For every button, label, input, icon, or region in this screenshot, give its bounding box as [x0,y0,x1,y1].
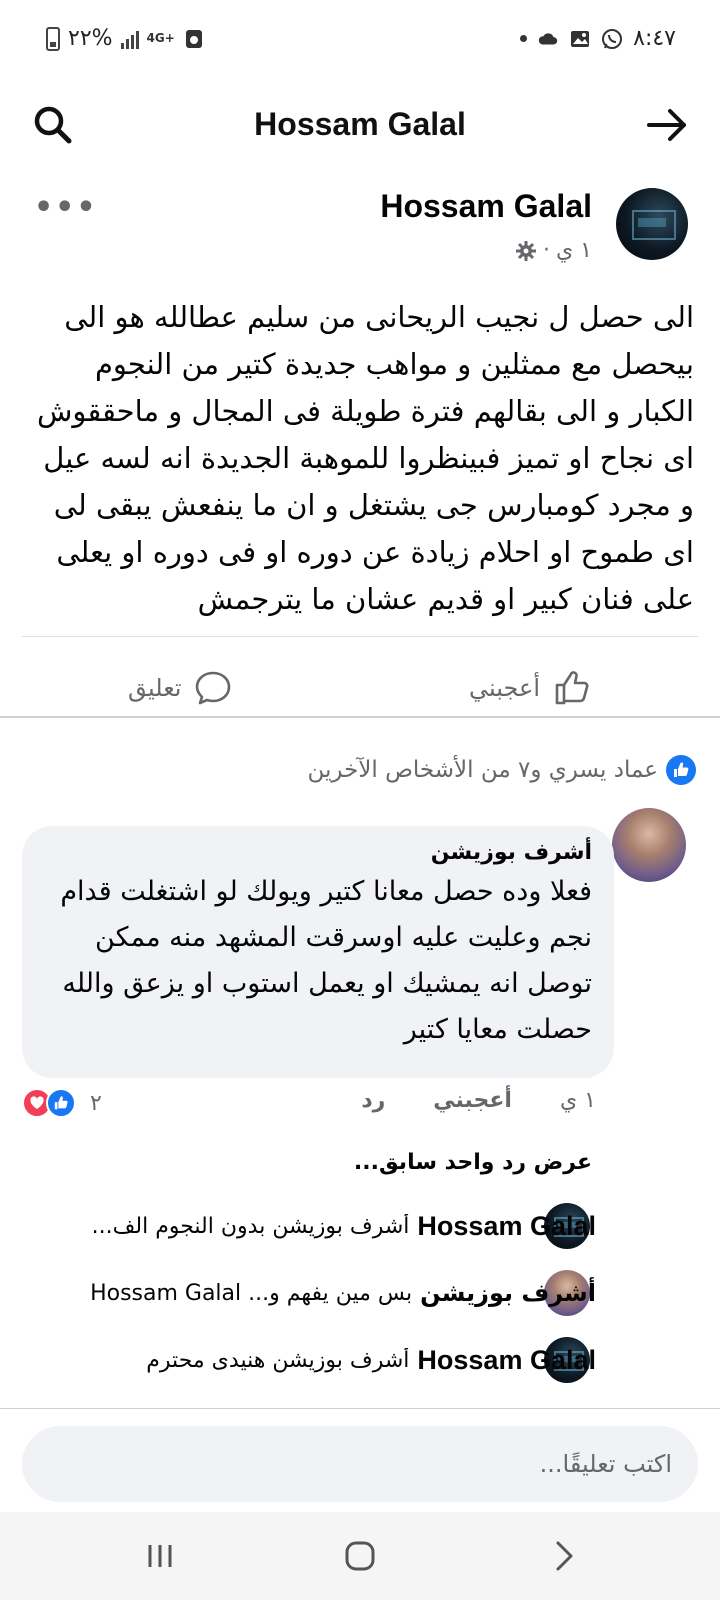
thumbs-up-icon [555,671,589,705]
gallery-icon [571,30,590,47]
signal-icon [120,29,139,49]
like-label: أعجبني [469,674,540,702]
reply-author: Hossam Galal [417,1344,596,1375]
sim-icon [185,29,202,48]
recent-apps-icon[interactable] [140,1536,180,1576]
meta-separator: · [542,238,550,263]
post-meta: ١ ي · [515,238,592,263]
like-reaction-icon [666,755,696,785]
reply-item[interactable]: Hossam Galal أشرف بوزيشن هنيدى محترم [18,1335,596,1385]
likers-text: عماد يسري و٧ من الأشخاص الآخرين [307,757,658,783]
notification-dot-icon [520,35,528,42]
status-bar: ٢٢% 4G+ ٨:٤٧ [0,0,720,80]
comment-input[interactable]: اكتب تعليقًا... [22,1426,698,1502]
post-author-avatar[interactable] [616,188,688,260]
top-bar: Hossam Galal [0,80,720,180]
reply-item[interactable]: Hossam Galal أشرف بوزيشن بدون النجوم الف… [18,1201,596,1251]
reply-author: أشرف بوزيشن [420,1279,596,1307]
comment-button[interactable]: تعليق [128,668,233,708]
gear-icon [515,240,536,261]
back-icon[interactable] [544,1536,584,1576]
like-button[interactable]: أعجبني [469,668,592,708]
post-text: الى حصل ل نجيب الريحانى من سليم عطالله ه… [36,300,694,616]
comment-text: فعلا وده حصل معانا كتير ويولك لو اشتغلت … [60,876,592,1045]
composer-divider [0,1408,720,1409]
view-previous-replies[interactable]: عرض رد واحد سابق... [354,1150,592,1175]
reply-author: Hossam Galal [417,1210,596,1241]
network-type: 4G+ [146,31,175,45]
cloud-icon [538,32,558,44]
comment-label: تعليق [128,674,182,702]
post-divider [22,636,698,637]
comment-like-button[interactable]: أعجبني [433,1088,512,1113]
post-author-name[interactable]: Hossam Galal [380,188,592,225]
comment-icon [196,671,231,705]
reply-text: أشرف بوزيشن هنيدى محترم [146,1347,410,1373]
reply-item[interactable]: أشرف بوزيشن بس مين يفهم و... Hossam Gala… [18,1268,596,1318]
reactions-summary[interactable]: عماد يسري و٧ من الأشخاص الآخرين [307,755,696,785]
section-divider [0,716,720,718]
post-timestamp[interactable]: ١ ي [556,238,592,263]
comment-actions: ١ ي أعجبني رد [361,1088,596,1113]
comment-reply-button[interactable]: رد [361,1088,385,1113]
comment-bubble: أشرف بوزيشن فعلا وده حصل معانا كتير ويول… [22,826,614,1078]
reply-text: أشرف بوزيشن بدون النجوم الف... [91,1213,410,1239]
status-right: ٨:٤٧ [520,26,676,51]
battery-level: ٢٢% [68,26,113,51]
comment-author[interactable]: أشرف بوزيشن [44,840,592,865]
reply-text: بس مين يفهم و... Hossam Galal [90,1280,413,1306]
battery-icon [46,26,60,51]
status-left: ٢٢% 4G+ [46,26,205,51]
arrow-right-icon[interactable] [644,102,690,148]
system-nav-bar [0,1512,720,1600]
comment-input-placeholder: اكتب تعليقًا... [539,1450,672,1478]
page-title: Hossam Galal [254,106,466,142]
comment-reactions[interactable]: ٢ [22,1088,102,1118]
comment-time: ١ ي [559,1088,596,1113]
whatsapp-icon [602,28,623,49]
more-options-icon[interactable]: ••• [34,190,98,225]
like-reaction-icon [46,1088,76,1118]
clock: ٨:٤٧ [633,26,676,51]
reaction-count: ٢ [90,1090,102,1116]
commenter-avatar[interactable] [612,808,686,882]
home-icon[interactable] [340,1536,380,1576]
